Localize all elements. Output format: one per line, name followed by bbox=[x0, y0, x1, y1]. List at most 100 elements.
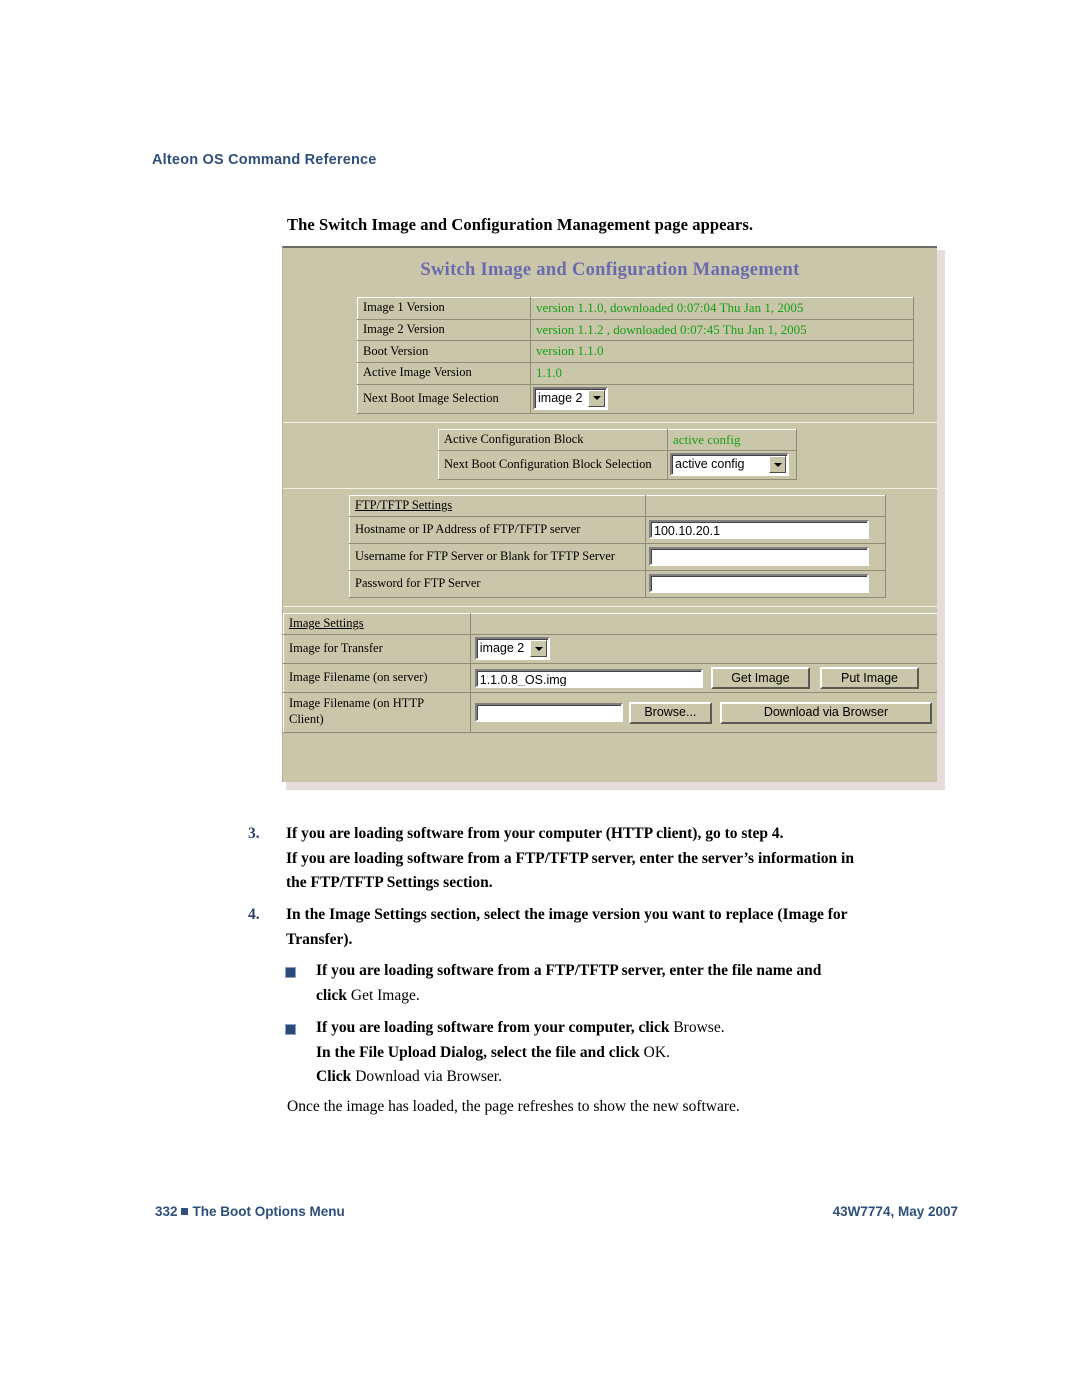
bullet-2-line-1: If you are loading software from your co… bbox=[316, 1016, 975, 1041]
row-value-boot-version: version 1.1.0 bbox=[530, 340, 914, 363]
switch-image-config-figure: Switch Image and Configuration Managemen… bbox=[282, 246, 945, 790]
table-row: Password for FTP Server bbox=[349, 570, 886, 599]
row-value-ftp-hostname: 100.10.20.1 bbox=[645, 516, 886, 545]
bullet-item-http-browse: If you are loading software from your co… bbox=[285, 1016, 975, 1090]
row-value-image1-version: version 1.1.0, downloaded 0:07:04 Thu Ja… bbox=[530, 297, 914, 320]
bullet-1-line-1: If you are loading software from a FTP/T… bbox=[316, 962, 822, 979]
row-label-image-for-transfer: Image for Transfer bbox=[283, 634, 471, 665]
browse-button[interactable]: Browse... bbox=[628, 701, 712, 724]
bullet-1-line-2-bold: click bbox=[316, 986, 351, 1004]
bullet-2-line-1-bold: If you are loading software from your co… bbox=[316, 1019, 674, 1036]
footer-left: 332 The Boot Options Menu bbox=[155, 1204, 345, 1219]
table-row: Active Image Version 1.1.0 bbox=[357, 361, 914, 385]
ftp-password-input[interactable] bbox=[649, 574, 869, 594]
bullet-square-icon bbox=[285, 1024, 296, 1035]
row-label-image-filename-server: Image Filename (on server) bbox=[283, 663, 471, 694]
bullet-2-line-2-bold: In the File Upload Dialog, select the fi… bbox=[316, 1043, 644, 1061]
download-via-browser-button[interactable]: Download via Browser bbox=[720, 701, 932, 724]
bullet-2-line-2: In the File Upload Dialog, select the fi… bbox=[316, 1041, 975, 1066]
step-3-line-1: If you are loading software from your co… bbox=[286, 825, 784, 842]
ftp-tftp-band: FTP/TFTP Settings Hostname or IP Address… bbox=[283, 489, 937, 608]
row-label-ftp-hostname: Hostname or IP Address of FTP/TFTP serve… bbox=[349, 516, 646, 545]
image-settings-band: Image Settings Image for Transfer image … bbox=[283, 607, 937, 740]
config-block-table: Active Configuration Block active config… bbox=[438, 428, 797, 481]
lead-in-heading: The Switch Image and Configuration Manag… bbox=[287, 215, 754, 234]
table-row: Active Configuration Block active config bbox=[438, 428, 797, 452]
footer-doc-id: 43W7774, May 2007 bbox=[832, 1204, 958, 1219]
table-row: Hostname or IP Address of FTP/TFTP serve… bbox=[349, 516, 886, 545]
bullet-2-line-3-bold: Click bbox=[316, 1068, 356, 1085]
step-3: 3. If you are loading software from your… bbox=[248, 822, 948, 896]
put-image-button[interactable]: Put Image bbox=[820, 667, 919, 690]
ftp-section-label: FTP/TFTP Settings bbox=[349, 495, 646, 518]
chevron-down-icon[interactable] bbox=[530, 640, 548, 658]
get-image-button[interactable]: Get Image bbox=[710, 667, 810, 690]
step-3-number: 3. bbox=[248, 825, 260, 842]
next-boot-config-select-value: active config bbox=[675, 457, 745, 472]
bullet-2-line-1-regular: Browse. bbox=[673, 1019, 725, 1036]
footer-page-number: 332 bbox=[155, 1204, 178, 1219]
http-label-line2: Client) bbox=[289, 712, 324, 727]
row-value-image2-version: version 1.1.2 , downloaded 0:07:45 Thu J… bbox=[530, 318, 914, 342]
step-4-body: In the Image Settings section, select th… bbox=[286, 903, 948, 952]
bullet-2-line-2-regular: OK. bbox=[643, 1043, 670, 1061]
next-boot-image-select[interactable]: image 2 bbox=[533, 386, 609, 410]
bullet-2-line-3: Click Download via Browser. bbox=[316, 1065, 975, 1090]
ftp-tftp-table: FTP/TFTP Settings Hostname or IP Address… bbox=[349, 495, 886, 599]
step-3-line-2: If you are loading software from a FTP/T… bbox=[286, 849, 854, 867]
ftp-username-input[interactable] bbox=[649, 547, 869, 567]
table-row: Image for Transfer image 2 bbox=[283, 634, 937, 665]
image-settings-spacer bbox=[469, 613, 937, 636]
running-head: Alteon OS Command Reference bbox=[152, 152, 377, 168]
config-block-band: Active Configuration Block active config… bbox=[283, 423, 937, 490]
step-4-line-1: In the Image Settings section, select th… bbox=[286, 906, 848, 923]
bullet-1-body: If you are loading software from a FTP/T… bbox=[316, 959, 975, 1008]
step-4: 4. In the Image Settings section, select… bbox=[248, 903, 948, 952]
chevron-down-icon[interactable] bbox=[588, 389, 606, 407]
next-boot-image-select-value: image 2 bbox=[538, 390, 583, 405]
row-label-ftp-username: Username for FTP Server or Blank for TFT… bbox=[349, 543, 646, 572]
web-ui-panel: Switch Image and Configuration Managemen… bbox=[282, 246, 937, 782]
table-row: Image Filename (on server) 1.1.0.8_OS.im… bbox=[283, 663, 937, 694]
next-boot-config-select[interactable]: active config bbox=[670, 453, 789, 477]
row-value-image-filename-http: Browse... Download via Browser bbox=[469, 692, 937, 733]
table-row: Image 2 Version version 1.1.2 , download… bbox=[357, 318, 914, 342]
chevron-down-icon[interactable] bbox=[769, 456, 786, 474]
row-label-image2-version: Image 2 Version bbox=[357, 318, 531, 342]
row-value-image-filename-server: 1.1.0.8_OS.img Get Image Put Image bbox=[469, 663, 937, 694]
http-filename-input[interactable] bbox=[474, 703, 623, 723]
row-label-next-boot-image: Next Boot Image Selection bbox=[357, 383, 531, 414]
row-label-active-config-block: Active Configuration Block bbox=[438, 428, 668, 452]
bullet-2-body: If you are loading software from your co… bbox=[316, 1016, 975, 1090]
image-for-transfer-select[interactable]: image 2 bbox=[474, 637, 551, 661]
panel-title: Switch Image and Configuration Managemen… bbox=[420, 260, 800, 280]
image-versions-band: Image 1 Version version 1.1.0, downloade… bbox=[283, 291, 937, 423]
ftp-hostname-input[interactable]: 100.10.20.1 bbox=[649, 520, 869, 540]
footer-square-icon bbox=[180, 1208, 188, 1215]
table-row: Next Boot Image Selection image 2 bbox=[357, 383, 914, 414]
row-value-ftp-username bbox=[645, 543, 886, 572]
row-label-ftp-password: Password for FTP Server bbox=[349, 570, 646, 599]
row-value-next-boot-config-block: active config bbox=[667, 450, 797, 481]
row-value-active-config-block: active config bbox=[667, 428, 797, 452]
table-row: Image Filename (on HTTP Client) Browse..… bbox=[283, 692, 937, 733]
table-row: Username for FTP Server or Blank for TFT… bbox=[349, 543, 886, 572]
row-label-next-boot-config-block: Next Boot Configuration Block Selection bbox=[438, 450, 668, 481]
row-label-image1-version: Image 1 Version bbox=[357, 297, 531, 320]
row-value-image-for-transfer: image 2 bbox=[469, 634, 937, 665]
bullet-1-line-2-regular: Get Image. bbox=[350, 986, 420, 1004]
row-label-active-image-version: Active Image Version bbox=[357, 361, 531, 385]
ftp-section-spacer bbox=[645, 495, 886, 518]
bullet-2-line-3-regular: Download via Browser. bbox=[355, 1068, 502, 1085]
footer-section-title: The Boot Options Menu bbox=[192, 1204, 345, 1219]
http-label-line1: Image Filename (on HTTP bbox=[289, 696, 425, 711]
image-versions-table: Image 1 Version version 1.1.0, downloade… bbox=[357, 297, 914, 414]
row-value-active-image-version: 1.1.0 bbox=[530, 361, 914, 385]
step-3-line-3: the FTP/TFTP Settings section. bbox=[286, 874, 493, 891]
step-4-line-2: Transfer). bbox=[286, 930, 353, 948]
image-settings-table: Image Settings Image for Transfer image … bbox=[283, 613, 937, 733]
closing-paragraph: Once the image has loaded, the page refr… bbox=[287, 1098, 740, 1115]
step-4-number: 4. bbox=[248, 906, 260, 923]
table-row: Boot Version version 1.1.0 bbox=[357, 340, 914, 363]
server-filename-input[interactable]: 1.1.0.8_OS.img bbox=[474, 668, 703, 688]
